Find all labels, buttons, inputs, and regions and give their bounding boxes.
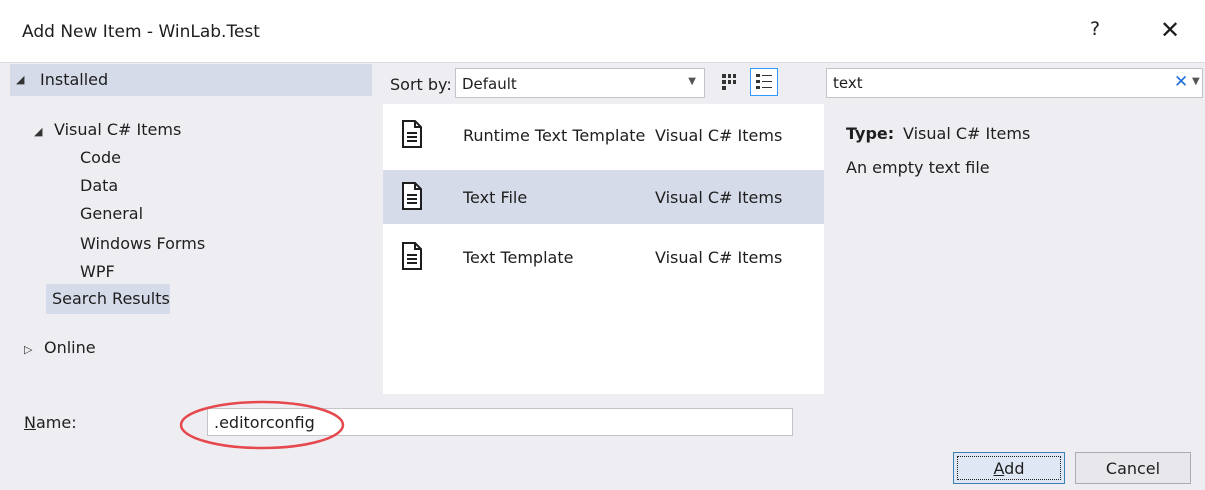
collapse-triangle-icon[interactable]: ◢ (16, 73, 24, 86)
sort-by-dropdown[interactable]: Default ▼ (455, 68, 705, 98)
search-box[interactable]: ✕ ▼ (826, 68, 1203, 98)
add-button[interactable]: Add (953, 452, 1065, 484)
collapse-triangle-icon[interactable]: ◢ (34, 125, 42, 138)
text-file-icon (402, 242, 422, 270)
chevron-down-icon: ▼ (688, 76, 696, 87)
sort-by-label: Sort by: (390, 75, 452, 94)
help-button[interactable]: ? (1090, 18, 1100, 40)
template-category: Visual C# Items (655, 248, 783, 267)
name-input[interactable] (207, 408, 793, 436)
cancel-button[interactable]: Cancel (1075, 452, 1191, 484)
add-new-item-dialog: Add New Item - WinLab.Test ? ✕ ◢ Install… (0, 0, 1205, 490)
template-name: Text File (463, 188, 528, 207)
details-description: An empty text file (846, 158, 990, 177)
template-name: Text Template (463, 248, 574, 267)
title-bar: Add New Item - WinLab.Test ? ✕ (0, 0, 1205, 62)
chevron-down-icon[interactable]: ▼ (1192, 76, 1200, 87)
tree-node-general[interactable]: General (80, 204, 143, 223)
tree-label-search-results: Search Results (52, 289, 170, 308)
sort-by-value: Default (462, 75, 517, 93)
tree-node-windows-forms[interactable]: Windows Forms (80, 234, 205, 253)
tree-node-data[interactable]: Data (80, 176, 118, 195)
add-label: dd (1004, 458, 1025, 478)
tree-node-installed[interactable]: ◢ Installed (10, 64, 372, 96)
template-row[interactable]: Runtime Text Template Visual C# Items (383, 108, 824, 162)
text-file-icon (402, 120, 422, 148)
window-title: Add New Item - WinLab.Test (22, 22, 260, 42)
name-label: Name: (24, 413, 77, 432)
template-row[interactable]: Text Template Visual C# Items (383, 230, 824, 284)
template-list: Runtime Text Template Visual C# Items Te… (383, 104, 824, 394)
details-type-value: Visual C# Items (903, 124, 1031, 143)
tree-node-search-results[interactable]: Search Results (46, 284, 170, 314)
name-label-text: ame: (35, 413, 77, 432)
title-separator (0, 62, 1205, 63)
template-row[interactable]: Text File Visual C# Items (383, 170, 824, 224)
small-icons-view-icon[interactable] (718, 70, 742, 94)
expand-triangle-icon[interactable]: ▷ (24, 343, 32, 356)
list-view-icon[interactable] (750, 68, 778, 96)
search-input[interactable] (833, 72, 1163, 94)
tree-node-online[interactable]: Online (44, 338, 96, 357)
tree-label-installed: Installed (40, 70, 109, 89)
clear-search-icon[interactable]: ✕ (1174, 72, 1188, 92)
tree-node-code[interactable]: Code (80, 148, 121, 167)
template-category: Visual C# Items (655, 188, 783, 207)
template-category: Visual C# Items (655, 126, 783, 145)
close-button[interactable]: ✕ (1160, 16, 1180, 44)
details-type-label: Type: (846, 124, 895, 143)
name-label-access-key: N (24, 413, 36, 432)
add-access-key: A (993, 458, 1005, 478)
template-name: Runtime Text Template (463, 126, 646, 145)
tree-node-visual-csharp-items[interactable]: Visual C# Items (54, 120, 181, 139)
tree-node-wpf[interactable]: WPF (80, 262, 115, 281)
text-file-icon (402, 182, 422, 210)
